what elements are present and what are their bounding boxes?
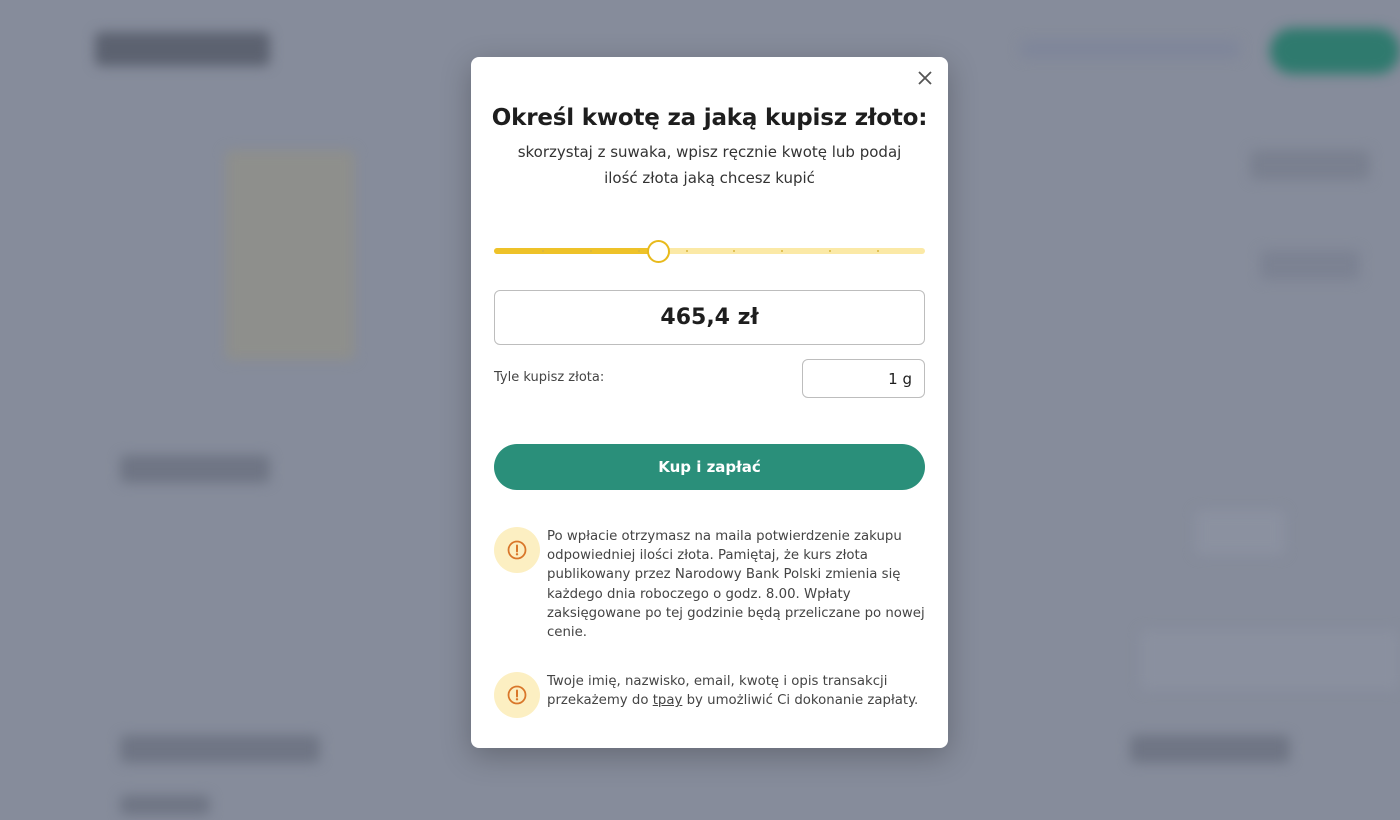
background-block <box>1250 150 1370 180</box>
background-heading <box>120 455 270 483</box>
slider-tick <box>781 250 783 252</box>
slider-tick <box>542 250 544 252</box>
tpay-link[interactable]: tpay <box>653 693 683 708</box>
background-product-image <box>225 150 355 360</box>
modal-subtitle: skorzystaj z suwaka, wpisz ręcznie kwotę… <box>517 143 902 187</box>
background-nav <box>1020 40 1240 58</box>
slider-thumb[interactable] <box>647 240 670 263</box>
gold-amount-label: Tyle kupisz złota: <box>494 370 605 385</box>
background-logo <box>95 32 270 66</box>
info-note-text: Po wpłacie otrzymasz na maila potwierdze… <box>547 529 925 641</box>
background-block <box>120 735 320 763</box>
slider-tick <box>877 250 879 252</box>
background-block <box>1195 510 1285 555</box>
slider-tick <box>590 250 592 252</box>
slider-tick <box>686 250 688 252</box>
background-block <box>1140 630 1400 690</box>
slider-tick <box>733 250 735 252</box>
amount-slider[interactable] <box>494 240 925 263</box>
gold-quantity-input[interactable]: 1 g <box>802 359 925 398</box>
amount-input[interactable]: 465,4 zł <box>494 290 925 345</box>
slider-fill <box>494 248 658 254</box>
modal-title: Określ kwotę za jaką kupisz złoto: <box>491 105 928 131</box>
slider-tick <box>829 250 831 252</box>
slider-tick <box>638 250 640 252</box>
background-cta-button <box>1270 28 1400 74</box>
background-block <box>120 795 210 815</box>
exclamation-circle-icon <box>494 672 540 718</box>
close-icon[interactable] <box>914 67 936 89</box>
buy-gold-modal: Określ kwotę za jaką kupisz złoto: skorz… <box>471 57 948 748</box>
buy-and-pay-button[interactable]: Kup i zapłać <box>494 444 925 490</box>
background-block <box>1130 735 1290 763</box>
exclamation-circle-icon <box>494 527 540 573</box>
note-text-after: by umożliwić Ci dokonanie zapłaty. <box>682 693 919 709</box>
info-note-text: Twoje imię, nazwisko, email, kwotę i opi… <box>547 672 925 710</box>
background-block <box>1260 250 1360 280</box>
